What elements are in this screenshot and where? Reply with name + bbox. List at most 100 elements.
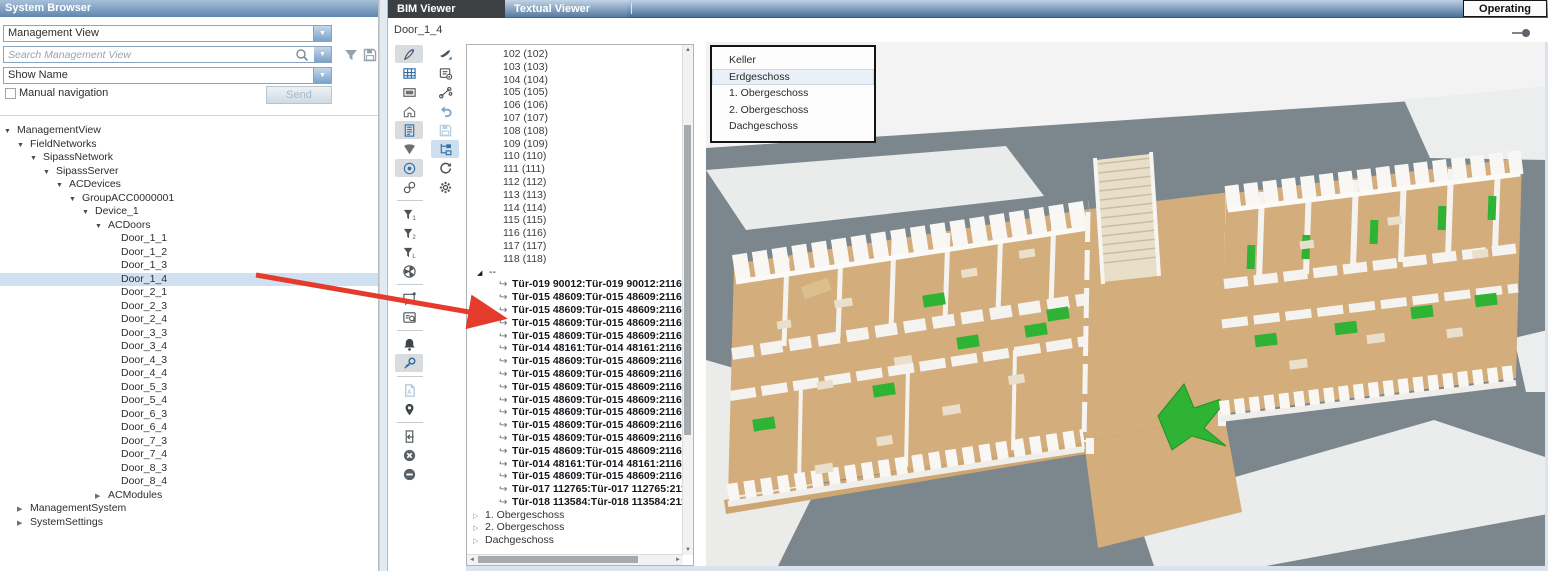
save-button[interactable]: [431, 121, 459, 139]
key-button[interactable]: [395, 354, 423, 372]
bell-button[interactable]: [395, 335, 423, 353]
floor-node-2-obergeschoss[interactable]: ▷2. Obergeschoss: [467, 521, 683, 534]
scrollbar-thumb[interactable]: [478, 556, 638, 563]
collapsed-icon[interactable]: ▶: [95, 490, 108, 504]
door-event-item[interactable]: ↪Tür-018 113584:Tür-018 113584:211682: [467, 496, 683, 509]
save-icon[interactable]: [362, 47, 378, 63]
door-event-item[interactable]: ↪Tür-017 112765:Tür-017 112765:211680: [467, 483, 683, 496]
tab-textual-viewer[interactable]: Textual Viewer: [505, 0, 627, 18]
comment-button[interactable]: [395, 289, 423, 307]
scrollbar-thumb[interactable]: [684, 125, 691, 435]
search-dropdown-icon[interactable]: ▼: [314, 47, 331, 62]
room-item[interactable]: 106 (106): [467, 99, 683, 112]
door-event-item[interactable]: ↪Tür-015 48609:Tür-015 48609:211645: [467, 381, 683, 394]
tree-item-managementsystem[interactable]: ▶ManagementSystem: [0, 502, 378, 516]
scroll-left-icon[interactable]: ◄: [467, 555, 477, 565]
door-event-item[interactable]: ↪Tür-015 48609:Tür-015 48609:211647: [467, 406, 683, 419]
room-item[interactable]: 115 (115): [467, 214, 683, 227]
room-item[interactable]: 107 (107): [467, 112, 683, 125]
collapsed-icon[interactable]: ▷: [473, 536, 485, 549]
tree-item-managementview[interactable]: ▼ManagementView: [0, 124, 378, 138]
expanded-icon[interactable]: ▼: [30, 152, 43, 166]
panel-splitter[interactable]: [379, 0, 388, 571]
door-event-item[interactable]: ↪Tür-015 48609:Tür-015 48609:211650: [467, 445, 683, 458]
room-item[interactable]: 116 (116): [467, 227, 683, 240]
vertical-scrollbar[interactable]: ▲ ▼: [682, 45, 693, 555]
filter-icon[interactable]: [343, 47, 359, 63]
door-event-item[interactable]: ↪Tür-015 48609:Tür-015 48609:211649: [467, 432, 683, 445]
tree-item-acmodules[interactable]: ▶ACModules: [0, 489, 378, 503]
refresh-button[interactable]: [431, 159, 459, 177]
expanded-icon[interactable]: ▼: [43, 166, 56, 180]
grid-button[interactable]: [395, 64, 423, 82]
door-event-item[interactable]: ↪Tür-015 48609:Tür-015 48609:211639: [467, 330, 683, 343]
tree-item-acdoors[interactable]: ▼ACDoors: [0, 219, 378, 233]
radiation-button[interactable]: [395, 262, 423, 280]
chevron-down-icon[interactable]: ▼: [313, 68, 331, 83]
expanded-icon[interactable]: ▼: [4, 125, 17, 139]
tree-item-systemsettings[interactable]: ▶SystemSettings: [0, 516, 378, 530]
room-item[interactable]: 113 (113): [467, 189, 683, 202]
tree-item-device_1[interactable]: ▼Device_1: [0, 205, 378, 219]
tree-item-door_5_4[interactable]: Door_5_4: [0, 394, 378, 408]
block-button[interactable]: [395, 465, 423, 483]
room-item[interactable]: 108 (108): [467, 125, 683, 138]
room-item[interactable]: 111 (111): [467, 163, 683, 176]
tree-item-door_1_4[interactable]: Door_1_4: [0, 273, 378, 287]
scroll-up-icon[interactable]: ▲: [683, 45, 693, 55]
measure-button[interactable]: [431, 83, 459, 101]
tree-item-door_4_3[interactable]: Door_4_3: [0, 354, 378, 368]
floor-popup-item-erdgeschoss[interactable]: Erdgeschoss: [712, 69, 874, 86]
tree-item-fieldnetworks[interactable]: ▼FieldNetworks: [0, 138, 378, 152]
pin-icon[interactable]: [1512, 29, 1530, 37]
tree-item-door_5_3[interactable]: Door_5_3: [0, 381, 378, 395]
tree-item-door_7_3[interactable]: Door_7_3: [0, 435, 378, 449]
note-settings-button[interactable]: [431, 64, 459, 82]
floor-popup-item-dachgeschoss[interactable]: Dachgeschoss: [712, 118, 874, 135]
tree-item-door_1_3[interactable]: Door_1_3: [0, 259, 378, 273]
door-event-item[interactable]: ↪Tür-015 48609:Tür-015 48609:211636: [467, 291, 683, 304]
door-group-node[interactable]: ◢--: [467, 266, 683, 279]
tree-item-door_6_4[interactable]: Door_6_4: [0, 421, 378, 435]
search-input[interactable]: [3, 46, 332, 63]
tab-bim-viewer[interactable]: BIM Viewer: [388, 0, 505, 18]
floor-popup-item-keller[interactable]: Keller: [712, 52, 874, 69]
tree-item-door_3_4[interactable]: Door_3_4: [0, 340, 378, 354]
document-button[interactable]: [395, 121, 423, 139]
floor-popup-item-2-obergeschoss[interactable]: 2. Obergeschoss: [712, 102, 874, 119]
operating-mode-button[interactable]: Operating: [1463, 0, 1547, 17]
frame-button[interactable]: [395, 83, 423, 101]
export-button[interactable]: [395, 427, 423, 445]
horizontal-scrollbar[interactable]: ◄ ►: [467, 554, 683, 565]
target-button[interactable]: [395, 159, 423, 177]
tree-item-groupacc0000001[interactable]: ▼GroupACC0000001: [0, 192, 378, 206]
send-button[interactable]: Send: [266, 86, 332, 104]
filter-1-button[interactable]: 1: [395, 205, 423, 223]
hierarchy-button[interactable]: [431, 140, 459, 158]
room-item[interactable]: 117 (117): [467, 240, 683, 253]
tree-item-sipassserver[interactable]: ▼SipassServer: [0, 165, 378, 179]
expanded-icon[interactable]: ▼: [56, 179, 69, 193]
expanded-icon[interactable]: ▼: [95, 220, 108, 234]
scroll-right-icon[interactable]: ►: [673, 555, 683, 565]
tree-item-acdevices[interactable]: ▼ACDevices: [0, 178, 378, 192]
floor-node-dachgeschoss[interactable]: ▷Dachgeschoss: [467, 534, 683, 547]
door-event-item[interactable]: ↪Tür-015 48609:Tür-015 48609:211642: [467, 355, 683, 368]
search-icon[interactable]: [294, 47, 310, 63]
door-event-item[interactable]: ↪Tür-015 48609:Tür-015 48609:211648: [467, 419, 683, 432]
tree-item-door_2_1[interactable]: Door_2_1: [0, 286, 378, 300]
tree-item-door_8_3[interactable]: Door_8_3: [0, 462, 378, 476]
door-event-item[interactable]: ↪Tür-015 48609:Tür-015 48609:211653: [467, 470, 683, 483]
room-item[interactable]: 112 (112): [467, 176, 683, 189]
room-item[interactable]: 110 (110): [467, 150, 683, 163]
tree-item-door_3_3[interactable]: Door_3_3: [0, 327, 378, 341]
collapsed-icon[interactable]: ▶: [17, 517, 30, 531]
chevron-down-icon[interactable]: ▼: [313, 26, 331, 41]
door-event-item[interactable]: ↪Tür-015 48609:Tür-015 48609:211643: [467, 368, 683, 381]
tree-item-door_2_3[interactable]: Door_2_3: [0, 300, 378, 314]
cancel-button[interactable]: [395, 446, 423, 464]
tree-item-door_7_4[interactable]: Door_7_4: [0, 448, 378, 462]
filter-2-button[interactable]: 2: [395, 224, 423, 242]
settings-gear-button[interactable]: [431, 178, 459, 196]
room-item[interactable]: 103 (103): [467, 61, 683, 74]
